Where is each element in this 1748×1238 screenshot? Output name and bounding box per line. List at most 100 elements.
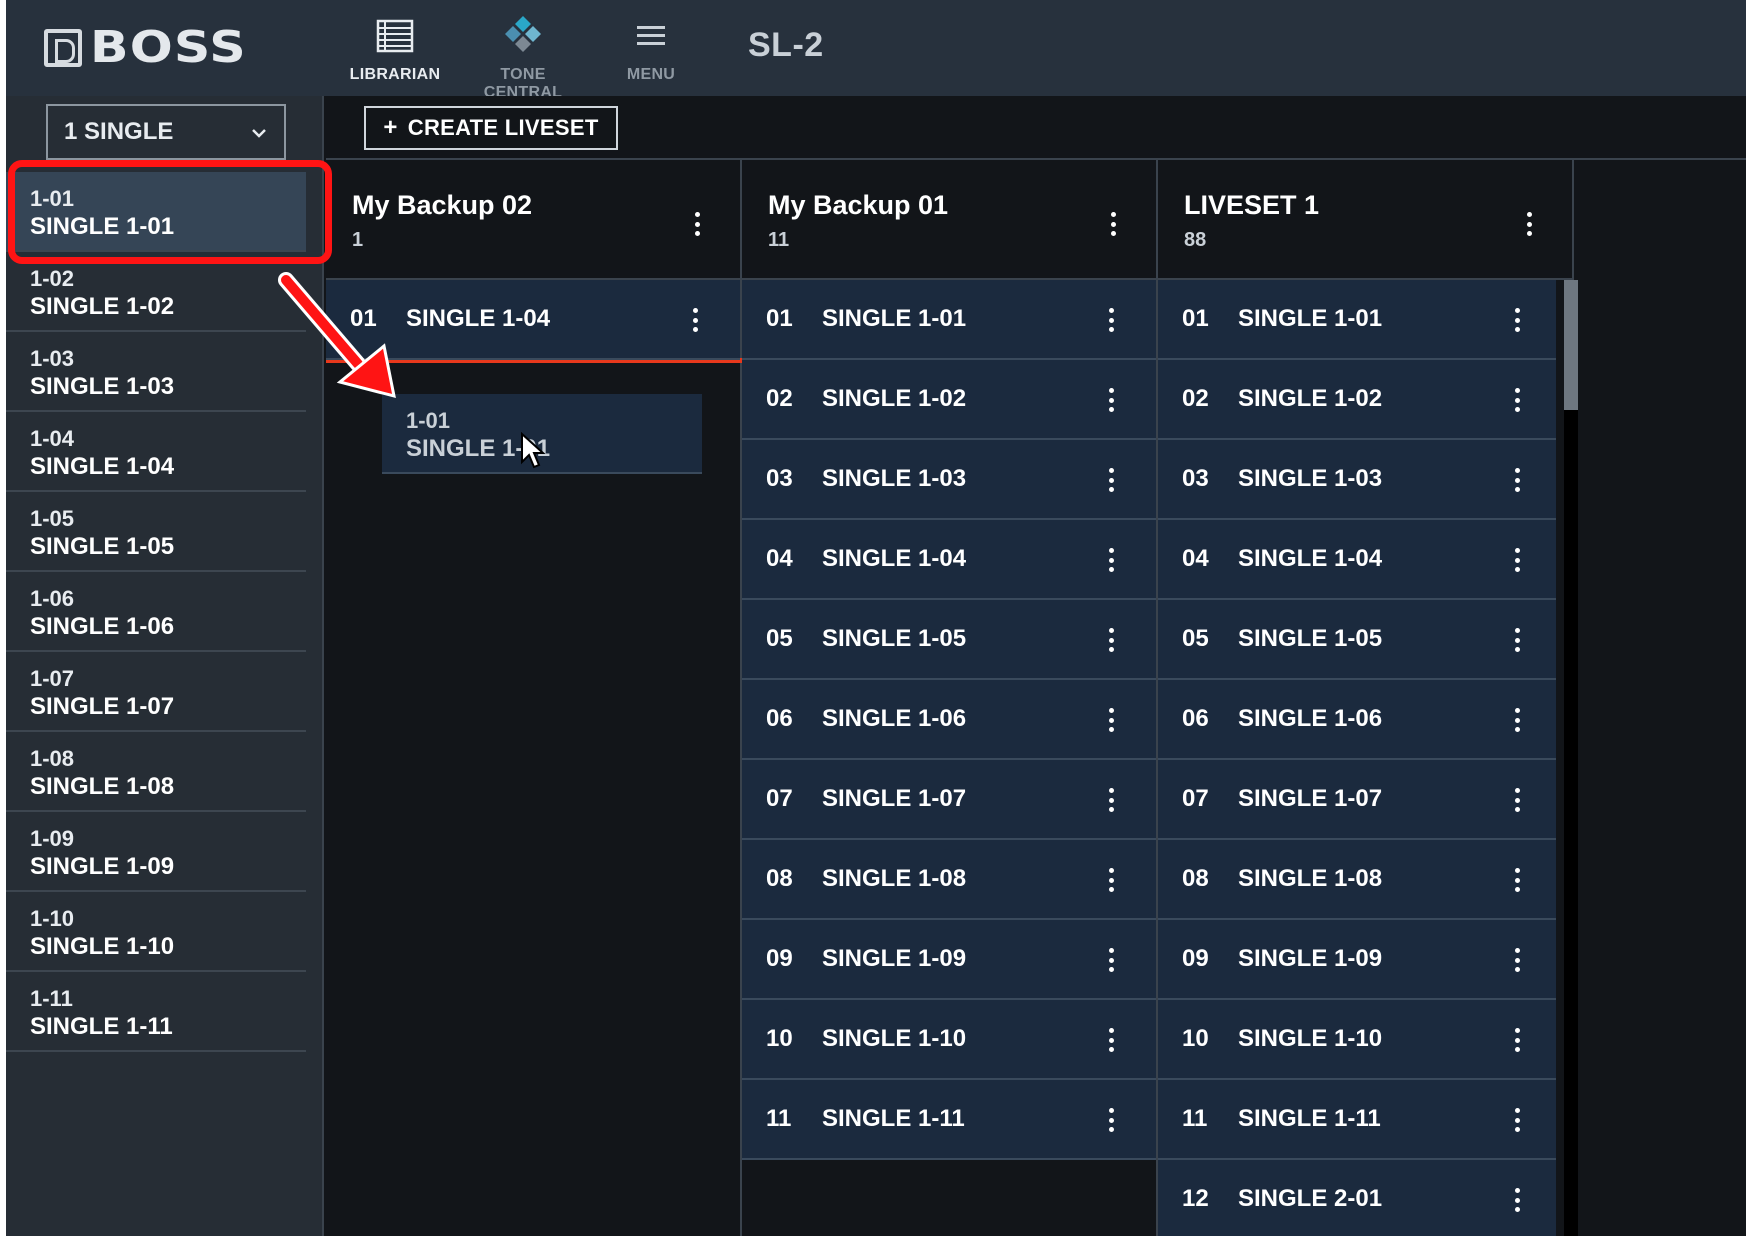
liveset-row[interactable]: 05 SINGLE 1-05 <box>1158 600 1556 680</box>
liveset-row-name: SINGLE 1-06 <box>822 705 967 732</box>
more-options-icon[interactable] <box>1108 708 1114 732</box>
liveset-row-number: 01 <box>1182 305 1209 332</box>
liveset-row-name: SINGLE 1-01 <box>1238 305 1383 332</box>
liveset-header[interactable]: My Backup 01 11 <box>742 160 1156 280</box>
liveset-row[interactable]: 11 SINGLE 1-11 <box>1158 1080 1556 1160</box>
more-options-icon[interactable] <box>694 212 700 236</box>
liveset-row-name: SINGLE 1-07 <box>1238 785 1383 812</box>
patch-list-item[interactable]: 1-05 SINGLE 1-05 <box>6 492 306 572</box>
liveset-row-name: SINGLE 1-09 <box>822 945 967 972</box>
more-options-icon[interactable] <box>1108 468 1114 492</box>
boss-logo: BOSS <box>44 26 246 70</box>
more-options-icon[interactable] <box>1514 1188 1520 1212</box>
more-options-icon[interactable] <box>1514 1108 1520 1132</box>
liveset-title: My Backup 01 <box>768 190 949 220</box>
more-options-icon[interactable] <box>1514 468 1520 492</box>
liveset-header[interactable]: LIVESET 1 88 <box>1158 160 1572 280</box>
liveset-toolbar: + CREATE LIVESET <box>326 96 1746 160</box>
bank-select[interactable]: 1 SINGLE <box>46 104 286 160</box>
liveset-row[interactable]: 01 SINGLE 1-01 <box>1158 280 1556 360</box>
liveset-row[interactable]: 01 SINGLE 1-04 <box>326 280 740 360</box>
liveset-row[interactable]: 07 SINGLE 1-07 <box>1158 760 1556 840</box>
liveset-row[interactable]: 06 SINGLE 1-06 <box>742 680 1156 760</box>
liveset-row[interactable]: 05 SINGLE 1-05 <box>742 600 1156 680</box>
more-options-icon[interactable] <box>1108 1028 1114 1052</box>
liveset-row-name: SINGLE 1-10 <box>1238 1025 1383 1052</box>
create-liveset-button[interactable]: + CREATE LIVESET <box>364 106 618 150</box>
more-options-icon[interactable] <box>1514 788 1520 812</box>
liveset-row[interactable]: 03 SINGLE 1-03 <box>742 440 1156 520</box>
patch-list-item[interactable]: 1-11 SINGLE 1-11 <box>6 972 306 1052</box>
more-options-icon[interactable] <box>1514 948 1520 972</box>
more-options-icon[interactable] <box>1108 788 1114 812</box>
scrollbar-thumb[interactable] <box>1564 280 1578 410</box>
liveset-row-number: 05 <box>766 625 793 652</box>
liveset-row[interactable]: 08 SINGLE 1-08 <box>742 840 1156 920</box>
nav-tone-central-button[interactable]: TONE CENTRAL <box>468 14 578 101</box>
liveset-row[interactable]: 02 SINGLE 1-02 <box>742 360 1156 440</box>
patch-list-item[interactable]: 1-10 SINGLE 1-10 <box>6 892 306 972</box>
patch-list-item[interactable]: 1-04 SINGLE 1-04 <box>6 412 306 492</box>
create-liveset-label: CREATE LIVESET <box>407 115 599 140</box>
liveset-row[interactable]: 07 SINGLE 1-07 <box>742 760 1156 840</box>
liveset-row[interactable]: 09 SINGLE 1-09 <box>742 920 1156 1000</box>
patch-number: 1-10 <box>30 906 75 931</box>
liveset-row-name: SINGLE 1-07 <box>822 785 967 812</box>
liveset-header[interactable]: My Backup 02 1 <box>326 160 740 280</box>
liveset-row[interactable]: 02 SINGLE 1-02 <box>1158 360 1556 440</box>
more-options-icon[interactable] <box>1514 548 1520 572</box>
liveset-row[interactable]: 04 SINGLE 1-04 <box>1158 520 1556 600</box>
patch-name: SINGLE 1-02 <box>30 293 175 320</box>
patch-list-item[interactable]: 1-06 SINGLE 1-06 <box>6 572 306 652</box>
more-options-icon[interactable] <box>1108 548 1114 572</box>
drag-ghost-name: SINGLE 1-01 <box>406 435 551 462</box>
liveset-row[interactable]: 08 SINGLE 1-08 <box>1158 840 1556 920</box>
liveset-row-number: 08 <box>1182 865 1209 892</box>
patch-name: SINGLE 1-06 <box>30 613 175 640</box>
liveset-row-name: SINGLE 1-09 <box>1238 945 1383 972</box>
liveset-row[interactable]: 06 SINGLE 1-06 <box>1158 680 1556 760</box>
more-options-icon[interactable] <box>1514 388 1520 412</box>
more-options-icon[interactable] <box>1108 868 1114 892</box>
liveset-row[interactable]: 11 SINGLE 1-11 <box>742 1080 1156 1160</box>
patch-list-item[interactable]: 1-07 SINGLE 1-07 <box>6 652 306 732</box>
patch-list-item[interactable]: 1-01 SINGLE 1-01 <box>6 172 306 252</box>
liveset-row[interactable]: 04 SINGLE 1-04 <box>742 520 1156 600</box>
patch-list-item[interactable]: 1-08 SINGLE 1-08 <box>6 732 306 812</box>
more-options-icon[interactable] <box>1108 388 1114 412</box>
liveset-row-name: SINGLE 1-02 <box>822 385 967 412</box>
more-options-icon[interactable] <box>1108 628 1114 652</box>
liveset-scrollbar[interactable] <box>1564 280 1578 1236</box>
patch-list-item[interactable]: 1-02 SINGLE 1-02 <box>6 252 306 332</box>
more-options-icon[interactable] <box>1514 868 1520 892</box>
more-options-icon[interactable] <box>1108 308 1114 332</box>
more-options-icon[interactable] <box>1514 708 1520 732</box>
patch-number: 1-06 <box>30 586 75 611</box>
patch-name: SINGLE 1-11 <box>30 1013 173 1040</box>
chevron-down-icon <box>252 129 266 138</box>
liveset-row[interactable]: 10 SINGLE 1-10 <box>742 1000 1156 1080</box>
liveset-row[interactable]: 01 SINGLE 1-01 <box>742 280 1156 360</box>
liveset-row-number: 03 <box>1182 465 1209 492</box>
nav-librarian-button[interactable]: LIBRARIAN <box>340 14 450 92</box>
more-options-icon[interactable] <box>1514 1028 1520 1052</box>
patch-number: 1-05 <box>30 506 75 531</box>
liveset-row[interactable]: 12 SINGLE 2-01 <box>1158 1160 1556 1236</box>
patch-list-item[interactable]: 1-09 SINGLE 1-09 <box>6 812 306 892</box>
liveset-row[interactable]: 10 SINGLE 1-10 <box>1158 1000 1556 1080</box>
nav-menu-button[interactable]: MENU <box>596 14 706 92</box>
more-options-icon[interactable] <box>1514 628 1520 652</box>
more-options-icon[interactable] <box>1526 212 1532 236</box>
more-options-icon[interactable] <box>1108 948 1114 972</box>
liveset-row[interactable]: 09 SINGLE 1-09 <box>1158 920 1556 1000</box>
liveset-row-name: SINGLE 1-05 <box>822 625 967 652</box>
patch-number: 1-01 <box>30 186 75 211</box>
more-options-icon[interactable] <box>1108 1108 1114 1132</box>
liveset-row[interactable]: 03 SINGLE 1-03 <box>1158 440 1556 520</box>
more-options-icon[interactable] <box>1110 212 1116 236</box>
more-options-icon[interactable] <box>1514 308 1520 332</box>
more-options-icon[interactable] <box>692 308 698 332</box>
patch-list-item[interactable]: 1-03 SINGLE 1-03 <box>6 332 306 412</box>
liveset-row-number: 07 <box>1182 785 1209 812</box>
liveset-row-name: SINGLE 1-03 <box>1238 465 1383 492</box>
